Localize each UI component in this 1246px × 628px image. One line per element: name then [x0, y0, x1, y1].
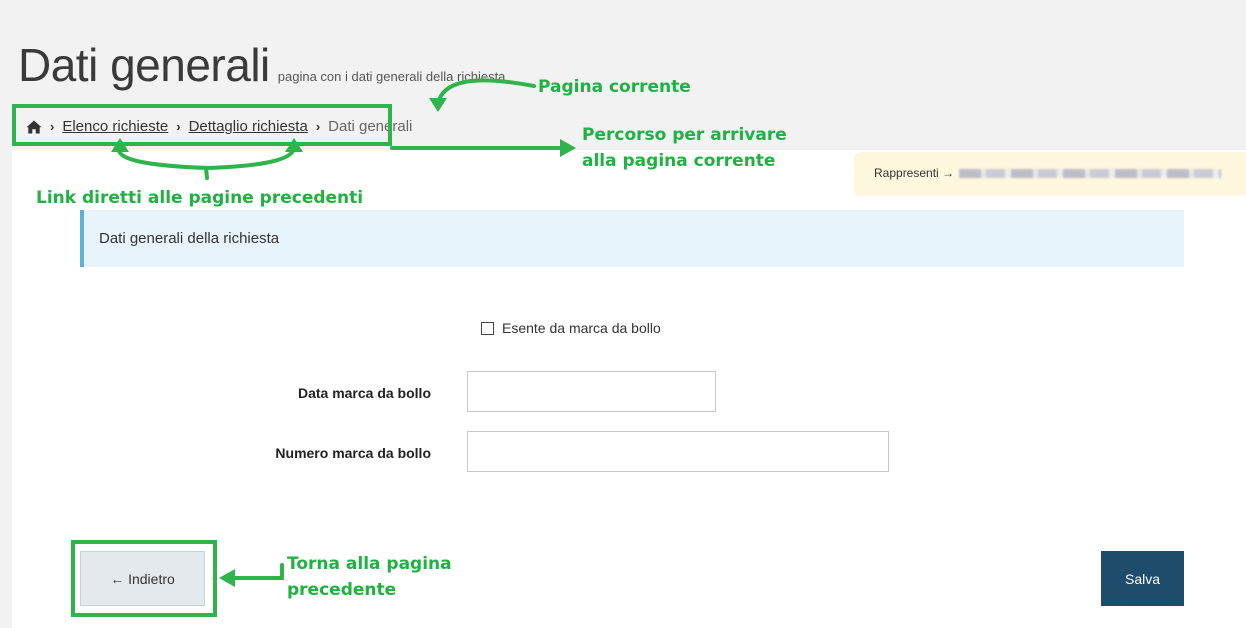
links-arrowhead-right — [285, 138, 303, 152]
annotation-current-page: Pagina corrente — [538, 77, 691, 97]
annotation-back-line1: Torna alla pagina — [287, 554, 452, 574]
annotation-direct-links: Link diretti alle pagine precedenti — [36, 188, 364, 208]
back-arrow — [232, 563, 284, 580]
annotation-path-line1: Percorso per arrivare — [582, 125, 787, 145]
current-page-arrowhead — [429, 98, 447, 112]
annotation-back-line2: precedente — [287, 580, 397, 600]
links-brace — [117, 144, 296, 171]
back-arrowhead — [219, 569, 235, 587]
annotation-path-line2: alla pagina corrente — [582, 151, 776, 171]
links-brace-tick — [204, 166, 209, 180]
current-page-arrow — [436, 78, 536, 106]
path-arrowhead — [560, 139, 576, 157]
links-arrowhead-left — [111, 138, 129, 152]
